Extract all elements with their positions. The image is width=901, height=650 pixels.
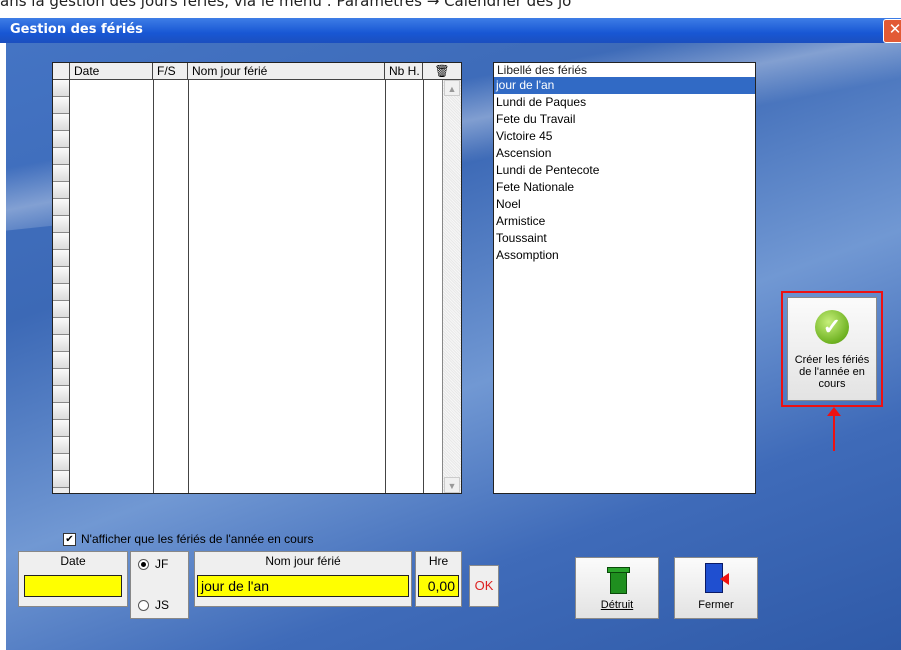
hours-input[interactable]: 0,00	[418, 575, 459, 597]
caption-text: ans la gestion des jours fériés, via le …	[0, 0, 901, 20]
row-selector[interactable]	[53, 352, 69, 369]
grid-corner	[53, 63, 70, 80]
column-header-hours[interactable]: Nb H.	[385, 63, 423, 80]
row-selector[interactable]	[53, 437, 69, 454]
holiday-list-item[interactable]: Lundi de Paques	[494, 94, 755, 111]
date-label: Date	[60, 554, 86, 568]
holiday-list-item[interactable]: Lundi de Pentecote	[494, 162, 755, 179]
holiday-list-item[interactable]: Assomption	[494, 247, 755, 264]
name-label: Nom jour férié	[265, 554, 341, 568]
exit-door-icon	[700, 561, 732, 595]
holiday-list-item[interactable]: Fete Nationale	[494, 179, 755, 196]
holiday-list-item[interactable]: Ascension	[494, 145, 755, 162]
client-area: Date F/S Nom jour férié Nb H. 🗑 ▲ ▼ Libe…	[6, 43, 901, 650]
holiday-list-item[interactable]: jour de l'an	[494, 77, 755, 94]
row-selector[interactable]	[53, 267, 69, 284]
scroll-down-icon[interactable]: ▼	[444, 477, 460, 493]
column-header-fs[interactable]: F/S	[153, 63, 188, 80]
close-button[interactable]: Fermer	[674, 557, 758, 619]
holiday-list-item[interactable]: Victoire 45	[494, 128, 755, 145]
row-selector[interactable]	[53, 301, 69, 318]
holiday-name-input[interactable]: jour de l'an	[197, 575, 409, 597]
row-selector[interactable]	[53, 131, 69, 148]
date-input[interactable]	[24, 575, 122, 597]
column-divider	[188, 80, 189, 493]
row-selector[interactable]	[53, 80, 69, 97]
row-selector[interactable]	[53, 97, 69, 114]
create-button-highlight: ✓ Créer les fériés de l'année en cours	[781, 291, 883, 407]
holiday-grid[interactable]: Date F/S Nom jour férié Nb H. 🗑 ▲ ▼	[52, 62, 462, 494]
holiday-list-item[interactable]: Noel	[494, 196, 755, 213]
title-bar: Gestion des fériés ✕	[0, 18, 901, 43]
holiday-list-item[interactable]: Armistice	[494, 213, 755, 230]
destroy-label: Détruit	[600, 599, 634, 611]
current-year-filter-label: N'afficher que les fériés de l'année en …	[81, 532, 314, 546]
create-holidays-button[interactable]: ✓ Créer les fériés de l'année en cours	[787, 297, 877, 401]
row-selector[interactable]	[53, 114, 69, 131]
destroy-button[interactable]: Détruit	[575, 557, 659, 619]
create-label-1: Créer les fériés	[794, 354, 870, 366]
row-selector[interactable]	[53, 403, 69, 420]
current-year-filter[interactable]: ✔ N'afficher que les fériés de l'année e…	[63, 532, 314, 546]
row-selector[interactable]	[53, 318, 69, 335]
row-selector[interactable]	[53, 233, 69, 250]
holiday-list-item[interactable]: Fete du Travail	[494, 111, 755, 128]
radio-jf-icon[interactable]	[138, 558, 149, 570]
ok-button[interactable]: OK	[469, 565, 499, 607]
column-divider	[423, 80, 424, 493]
column-header-date[interactable]: Date	[70, 63, 153, 80]
scroll-up-icon[interactable]: ▲	[444, 80, 460, 96]
close-label: Fermer	[698, 599, 734, 611]
hours-label: Hre	[428, 554, 449, 568]
radio-jf-label: JF	[155, 557, 169, 571]
row-selector[interactable]	[53, 182, 69, 199]
column-header-name[interactable]: Nom jour férié	[188, 63, 385, 80]
row-selector[interactable]	[53, 471, 69, 488]
row-selector[interactable]	[53, 386, 69, 403]
holiday-list[interactable]: Libellé des fériés jour de l'an Lundi de …	[493, 62, 756, 494]
row-selector[interactable]	[53, 369, 69, 386]
close-window-button[interactable]: ✕	[883, 19, 901, 43]
check-icon: ✓	[815, 310, 849, 344]
window-title: Gestion des fériés	[10, 22, 143, 37]
row-selector[interactable]	[53, 420, 69, 437]
row-selector[interactable]	[53, 284, 69, 301]
holiday-type-radio-group: JF JS	[130, 551, 189, 619]
row-selector[interactable]	[53, 216, 69, 233]
radio-jf[interactable]: JF	[138, 557, 168, 571]
row-selector[interactable]	[53, 165, 69, 182]
row-selector[interactable]	[53, 250, 69, 267]
callout-arrow-line	[833, 411, 835, 451]
trash-icon	[601, 561, 633, 595]
holiday-list-item[interactable]: Toussaint	[494, 230, 755, 247]
radio-js-label: JS	[155, 598, 170, 612]
radio-js-icon[interactable]	[138, 599, 149, 611]
row-selector-column[interactable]	[53, 80, 70, 493]
holiday-list-header: Libellé des fériés	[497, 63, 588, 77]
create-label-3: cours	[818, 378, 846, 390]
trash-column-icon[interactable]: 🗑	[423, 63, 461, 80]
row-selector[interactable]	[53, 454, 69, 471]
row-selector[interactable]	[53, 148, 69, 165]
row-selector[interactable]	[53, 335, 69, 352]
column-divider	[385, 80, 386, 493]
checkbox-icon[interactable]: ✔	[63, 532, 76, 546]
create-label-2: de l'année en	[799, 366, 865, 378]
row-selector[interactable]	[53, 199, 69, 216]
column-divider	[153, 80, 154, 493]
grid-scrollbar[interactable]: ▲ ▼	[442, 80, 461, 493]
radio-js[interactable]: JS	[138, 598, 169, 612]
